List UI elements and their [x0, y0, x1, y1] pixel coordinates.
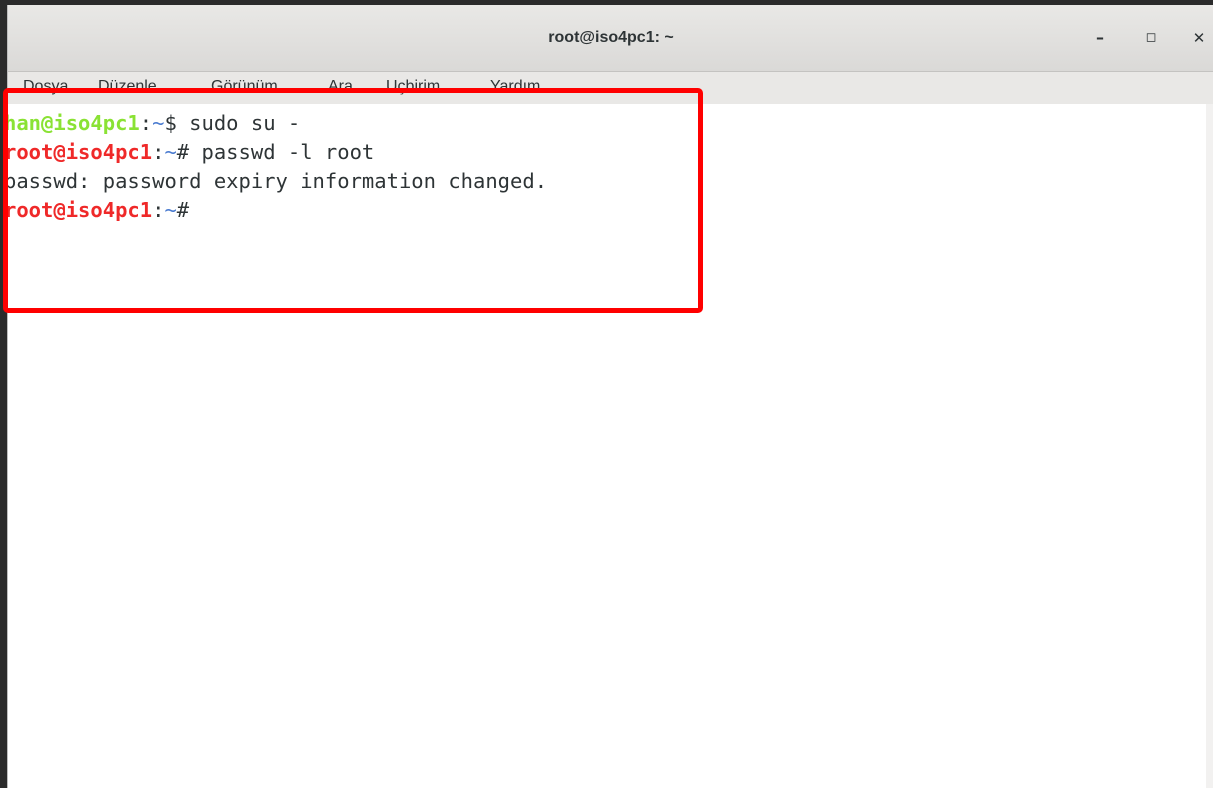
close-button[interactable]: ✕	[1184, 23, 1213, 53]
window-title: root@iso4pc1: ~	[548, 29, 674, 46]
highlight-annotation-box	[3, 88, 703, 313]
minimize-button[interactable]: –	[1085, 23, 1115, 53]
terminal-scrollbar[interactable]	[1206, 104, 1213, 788]
maximize-button[interactable]: ◻	[1136, 23, 1166, 53]
title-bar[interactable]: root@iso4pc1: ~ – ◻ ✕	[8, 5, 1213, 72]
